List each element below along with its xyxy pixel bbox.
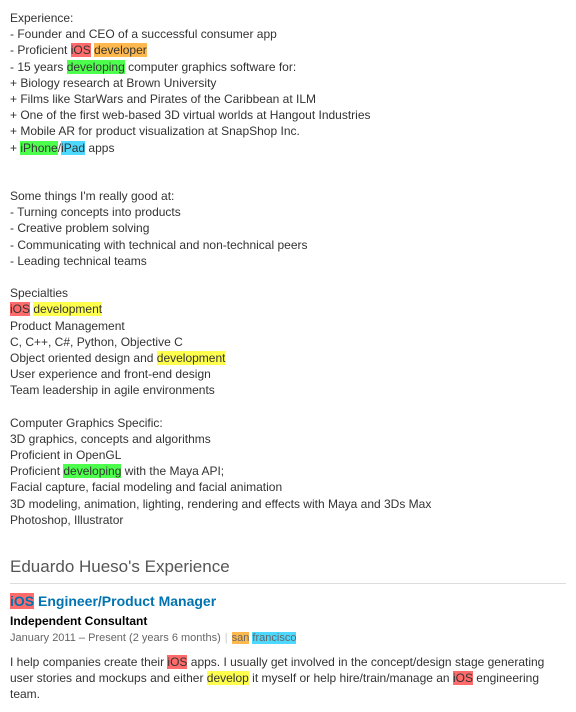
bullet: + One of the first web-based 3D virtual … bbox=[10, 107, 566, 123]
bullet: - Leading technical teams bbox=[10, 253, 566, 269]
line: Proficient in OpenGL bbox=[10, 447, 566, 463]
cg-label: Computer Graphics Specific: bbox=[10, 415, 566, 431]
line: User experience and front-end design bbox=[10, 366, 566, 382]
experience-label: Experience: bbox=[10, 10, 566, 26]
line: C, C++, C#, Python, Objective C bbox=[10, 334, 566, 350]
highlight-francisco: francisco bbox=[252, 632, 296, 644]
pipe-separator: | bbox=[225, 632, 228, 644]
highlight-developing: developing bbox=[67, 60, 125, 74]
bullet: + Mobile AR for product visualization at… bbox=[10, 123, 566, 139]
divider bbox=[10, 583, 566, 584]
bullet: - Proficient iOS developer bbox=[10, 42, 566, 58]
company-name: Independent Consultant bbox=[10, 613, 566, 629]
line: iOS development bbox=[10, 301, 566, 317]
highlight-ios: iOS bbox=[453, 671, 473, 685]
highlight-development: development bbox=[157, 351, 226, 365]
highlight-developer: developer bbox=[94, 43, 147, 57]
experience-section-heading: Eduardo Hueso's Experience bbox=[10, 556, 566, 579]
highlight-ios: iOS bbox=[71, 43, 91, 57]
bullet: - Turning concepts into products bbox=[10, 204, 566, 220]
specialties-label: Specialties bbox=[10, 285, 566, 301]
job-title: iOS Engineer/Product Manager bbox=[10, 592, 566, 611]
highlight-san: san bbox=[232, 632, 250, 644]
job-dates: January 2011 – Present (2 years 6 months… bbox=[10, 632, 221, 644]
good-at-label: Some things I'm really good at: bbox=[10, 188, 566, 204]
highlight-ios: iOS bbox=[10, 593, 34, 609]
line: 3D graphics, concepts and algorithms bbox=[10, 431, 566, 447]
highlight-develop: develop bbox=[207, 671, 249, 685]
job-title-link[interactable]: iOS Engineer/Product Manager bbox=[10, 593, 216, 609]
line: Product Management bbox=[10, 318, 566, 334]
highlight-iphone: iPhone bbox=[20, 141, 57, 155]
bullet: + Biology research at Brown University bbox=[10, 75, 566, 91]
bullet: - 15 years developing computer graphics … bbox=[10, 59, 566, 75]
bullet: - Founder and CEO of a successful consum… bbox=[10, 26, 566, 42]
line: Proficient developing with the Maya API; bbox=[10, 463, 566, 479]
highlight-developing: developing bbox=[63, 464, 121, 478]
job-dates-location: January 2011 – Present (2 years 6 months… bbox=[10, 631, 566, 646]
line: Object oriented design and development bbox=[10, 350, 566, 366]
bullet: - Creative problem solving bbox=[10, 220, 566, 236]
line: Team leadership in agile environments bbox=[10, 382, 566, 398]
highlight-ios: iOS bbox=[10, 302, 30, 316]
bullet: + Films like StarWars and Pirates of the… bbox=[10, 91, 566, 107]
line: Photoshop, Illustrator bbox=[10, 512, 566, 528]
line: Facial capture, facial modeling and faci… bbox=[10, 479, 566, 495]
bullet: + iPhone/iPad apps bbox=[10, 140, 566, 156]
job-entry: iOS Engineer/Product Manager Independent… bbox=[10, 592, 566, 702]
highlight-development: development bbox=[33, 302, 102, 316]
summary-block: Experience: - Founder and CEO of a succe… bbox=[10, 10, 566, 528]
job-description: I help companies create their iOS apps. … bbox=[10, 654, 566, 703]
bullet: - Communicating with technical and non-t… bbox=[10, 237, 566, 253]
line: 3D modeling, animation, lighting, render… bbox=[10, 496, 566, 512]
highlight-ipad: iPad bbox=[61, 141, 85, 155]
